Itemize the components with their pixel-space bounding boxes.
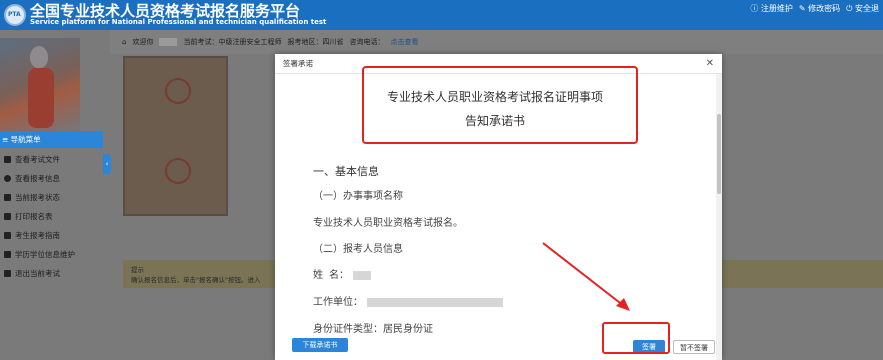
sidebar-item-exit-exam[interactable]: 退出当前考试 <box>0 264 103 283</box>
blurred-username <box>159 38 178 46</box>
scrollbar-thumb[interactable] <box>717 114 721 194</box>
sidebar-item-exam-files[interactable]: 查看考试文件 <box>0 150 103 169</box>
id-type-row: 身份证件类型：居民身份证 <box>313 324 433 335</box>
home-icon: ⌂ <box>122 38 127 46</box>
exam-region: 报考地区：四川省 <box>287 38 344 46</box>
sidebar-item-exam-status[interactable]: 当前报考状态 <box>0 188 103 207</box>
graduation-icon <box>4 251 11 258</box>
sidebar-item-exam-info[interactable]: 查看报考信息 <box>0 169 103 188</box>
register-maintain-link[interactable]: ⓘ 注册维护 <box>750 3 793 14</box>
info-bar: ⌂ 欢迎你 当前考试：中级注册安全工程师 报考地区：四川省 咨询电话： 点击查看 <box>110 30 883 54</box>
close-icon[interactable]: ✕ <box>706 58 714 69</box>
current-exam: 当前考试：中级注册安全工程师 <box>183 38 282 46</box>
sidebar-item-education[interactable]: 学历学位信息维护 <box>0 245 103 264</box>
welcome-text: 欢迎你 <box>132 38 154 46</box>
annotation-sign-box <box>602 322 670 354</box>
info-icon <box>4 175 11 182</box>
sidebar-collapse-button[interactable]: ‹ <box>103 154 111 174</box>
sidebar: ≡ 导航菜单 查看考试文件 查看报考信息 当前报考状态 打印报名表 考生报考指南… <box>0 30 103 360</box>
pta-logo <box>4 4 26 26</box>
change-password-link[interactable]: ✎ 修改密码 <box>799 3 840 14</box>
blurred-name <box>353 270 372 280</box>
top-header: 全国专业技术人员资格考试报名服务平台 Service platform for … <box>0 0 883 30</box>
site-subtitle: Service platform for National Profession… <box>30 18 327 26</box>
monitor-icon <box>4 194 11 201</box>
employer-row: 工作单位： <box>313 293 503 308</box>
subsection-applicant-info: （二）报考人员信息 <box>313 244 403 255</box>
download-commitment-button[interactable]: 下载承诺书 <box>292 338 348 352</box>
logout-link[interactable]: ⏻ 安全退 <box>846 3 879 14</box>
modal-title: 签署承诺 <box>283 59 313 68</box>
section-basic-info: 一、基本信息 <box>313 165 379 178</box>
nav-header: ≡ 导航菜单 <box>0 131 103 148</box>
modal-scrollbar[interactable] <box>716 74 722 360</box>
sidebar-item-print-form[interactable]: 打印报名表 <box>0 207 103 226</box>
certificate-image <box>123 56 228 216</box>
item-name-value: 专业技术人员职业资格考试报名。 <box>313 218 463 229</box>
nav-list: 查看考试文件 查看报考信息 当前报考状态 打印报名表 考生报考指南 学历学位信息… <box>0 150 103 283</box>
document-icon <box>4 156 11 163</box>
name-row: 姓 名： <box>313 266 372 281</box>
header-links: ⓘ 注册维护 ✎ 修改密码 ⏻ 安全退 <box>750 3 879 14</box>
book-icon <box>4 232 11 239</box>
subsection-item-name: （一）办事事项名称 <box>313 191 403 202</box>
annotation-title-box <box>362 66 638 144</box>
logout-icon <box>4 270 11 277</box>
avatar <box>0 38 80 138</box>
phone-link[interactable]: 点击查看 <box>390 37 418 47</box>
sidebar-item-guide[interactable]: 考生报考指南 <box>0 226 103 245</box>
not-sign-button[interactable]: 暂不签署 <box>673 340 715 354</box>
blurred-employer <box>367 297 503 307</box>
print-icon <box>4 213 11 220</box>
phone-label: 咨询电话： <box>349 38 385 46</box>
